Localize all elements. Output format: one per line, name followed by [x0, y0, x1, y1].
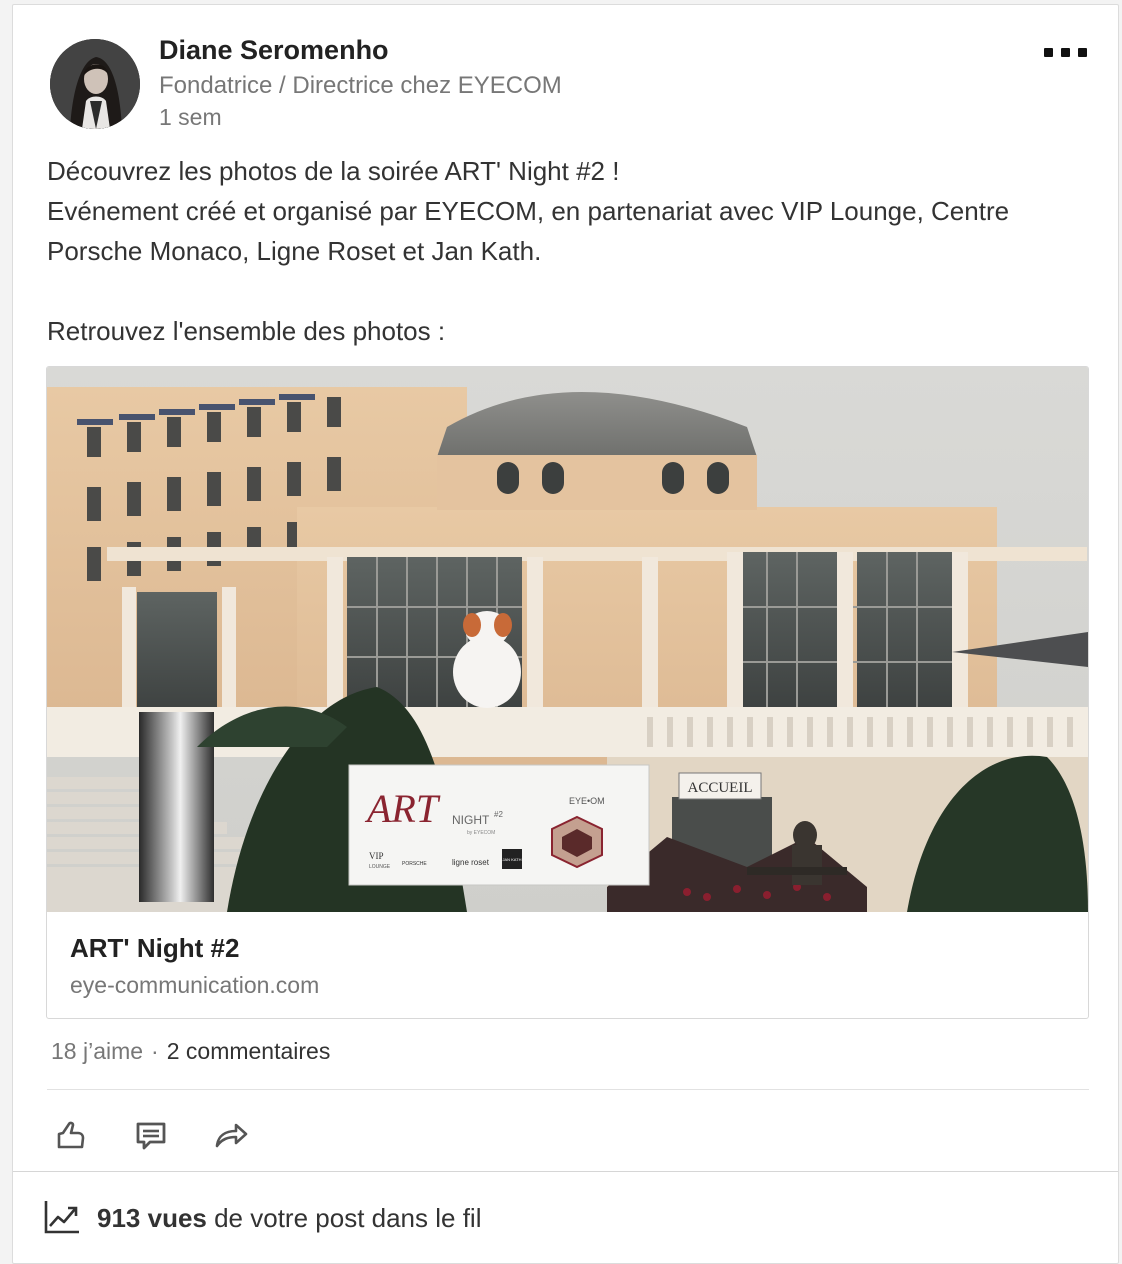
- divider: [13, 1171, 1118, 1172]
- banner-sponsor-vip-sub: LOUNGE: [369, 864, 391, 870]
- post-line: Découvrez les photos de la soirée ART' N…: [47, 156, 620, 186]
- banner-night: NIGHT: [452, 813, 490, 827]
- banner-sponsor-porsche: PORSCHE: [402, 861, 427, 867]
- banner-by: by EYECOM: [467, 830, 495, 836]
- banner-edition: #2: [494, 810, 503, 819]
- share-icon: [215, 1123, 248, 1148]
- accueil-sign: ACCUEIL: [688, 780, 753, 796]
- thumbs-up-icon: [57, 1121, 85, 1149]
- comment-icon: [136, 1122, 166, 1150]
- post-line: Retrouvez l'ensemble des photos :: [47, 316, 446, 346]
- author-headline: Fondatrice / Directrice chez EYECOM: [159, 72, 562, 99]
- banner-sponsor-vip: VIP: [369, 851, 384, 861]
- post-card: Diane Seromenho Fondatrice / Directrice …: [12, 4, 1119, 1264]
- banner-org: EYE•OM: [569, 796, 605, 806]
- banner-sponsor-roset: ligne roset: [452, 858, 490, 867]
- author-photo: [50, 39, 140, 129]
- comment-button[interactable]: [128, 1112, 174, 1158]
- likes-count[interactable]: 18 j’aime: [51, 1038, 143, 1064]
- link-preview-card[interactable]: ACCUEIL ART NIGHT #2 by EYECOM EYE•OM VI…: [46, 366, 1089, 1019]
- banner-sponsor-jankath: JAN KATH: [502, 857, 521, 862]
- post-timestamp: 1 sem: [159, 104, 222, 130]
- link-preview-image[interactable]: ACCUEIL ART NIGHT #2 by EYECOM EYE•OM VI…: [47, 367, 1088, 912]
- post-body: Découvrez les photos de la soirée ART' N…: [47, 151, 1087, 351]
- like-button[interactable]: [48, 1112, 94, 1158]
- link-domain: eye-communication.com: [70, 972, 320, 998]
- separator: ·: [151, 1038, 159, 1064]
- trending-chart-icon: [44, 1201, 79, 1234]
- post-line: Evénement créé et organisé par EYECOM, e…: [47, 196, 1010, 226]
- banner-art: ART: [364, 786, 441, 831]
- views-suffix: de votre post dans le fil: [206, 1202, 482, 1233]
- dot: [1078, 48, 1087, 57]
- link-title[interactable]: ART' Night #2: [70, 933, 239, 964]
- author-name[interactable]: Diane Seromenho: [159, 35, 389, 66]
- comments-count[interactable]: 2 commentaires: [167, 1038, 331, 1064]
- dot: [1061, 48, 1070, 57]
- post-line: Porsche Monaco, Ligne Roset et Jan Kath.: [47, 236, 542, 266]
- views-count: 913 vues: [97, 1202, 207, 1233]
- share-button[interactable]: [208, 1112, 254, 1158]
- dot: [1044, 48, 1053, 57]
- more-options-button[interactable]: [1043, 41, 1089, 63]
- divider: [47, 1089, 1089, 1090]
- post-views[interactable]: 913 vues de votre post dans le fil: [43, 1201, 481, 1239]
- author-avatar[interactable]: [50, 39, 140, 129]
- social-counts: 18 j’aime · 2 commentaires: [51, 1038, 330, 1065]
